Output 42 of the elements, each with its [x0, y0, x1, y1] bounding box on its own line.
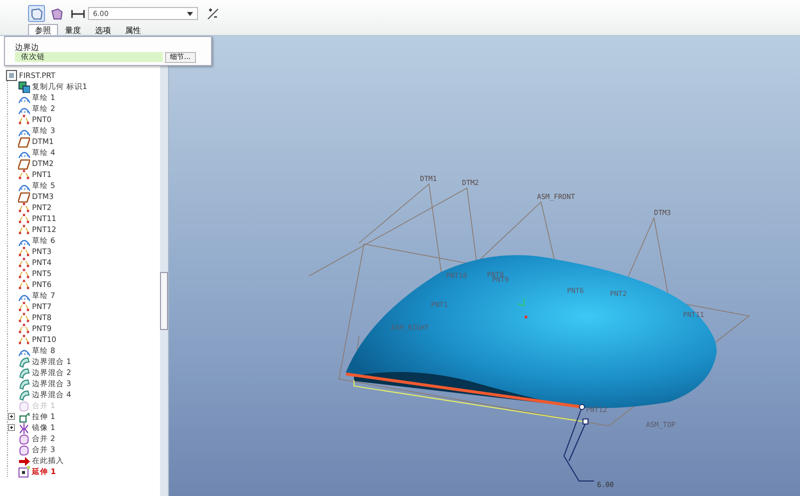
- datum-point-icon: [18, 202, 30, 214]
- merge-icon: [18, 432, 30, 444]
- datum-point-icon: [18, 312, 30, 324]
- expand-icon[interactable]: [8, 424, 15, 431]
- boundary-blend-icon: [18, 356, 30, 368]
- tab[interactable]: 属性: [118, 24, 148, 35]
- datum-point-icon: [18, 278, 30, 290]
- arrow-icon: [18, 454, 30, 466]
- boundary-blend-icon: [18, 388, 30, 400]
- extrude-icon: [18, 410, 30, 422]
- datum-point-icon: [18, 224, 30, 236]
- scrollbar-thumb[interactable]: [160, 272, 168, 330]
- datum-plane-icon: [18, 158, 30, 170]
- tab[interactable]: 选项: [88, 24, 118, 35]
- boundary-blend-icon: [18, 378, 30, 390]
- caret-icon: [187, 12, 193, 16]
- tab[interactable]: 参照: [28, 24, 58, 35]
- expand-icon[interactable]: [8, 413, 15, 420]
- datum-point-icon: [18, 334, 30, 346]
- surface-tool-button[interactable]: [28, 5, 45, 22]
- tab[interactable]: 量度: [58, 24, 88, 35]
- datum-point-icon: [18, 212, 30, 224]
- flip-direction-icon[interactable]: [207, 8, 219, 20]
- datum-point-icon: [18, 268, 30, 280]
- datum-point-icon: [18, 300, 30, 312]
- mirror-icon: [18, 422, 30, 434]
- boundary-blend-icon: [18, 366, 30, 378]
- part-icon: [5, 69, 17, 81]
- merge-icon: [18, 444, 30, 456]
- dimension-icon: [71, 8, 85, 18]
- copy-geometry-icon: [18, 80, 30, 92]
- merge-icon: [18, 400, 30, 412]
- datum-point-icon: [18, 246, 30, 258]
- datum-point-icon: [18, 322, 30, 334]
- coordinate-axes-icon: [518, 298, 528, 318]
- datum-plane-icon: [18, 190, 30, 202]
- boundary-edge-label: 边界边: [15, 43, 40, 52]
- datum-plane-icon: [18, 136, 30, 148]
- datum-point-icon: [18, 114, 30, 126]
- extend-icon: [18, 466, 30, 478]
- datum-point-icon: [18, 256, 30, 268]
- datum-point-icon: [18, 168, 30, 180]
